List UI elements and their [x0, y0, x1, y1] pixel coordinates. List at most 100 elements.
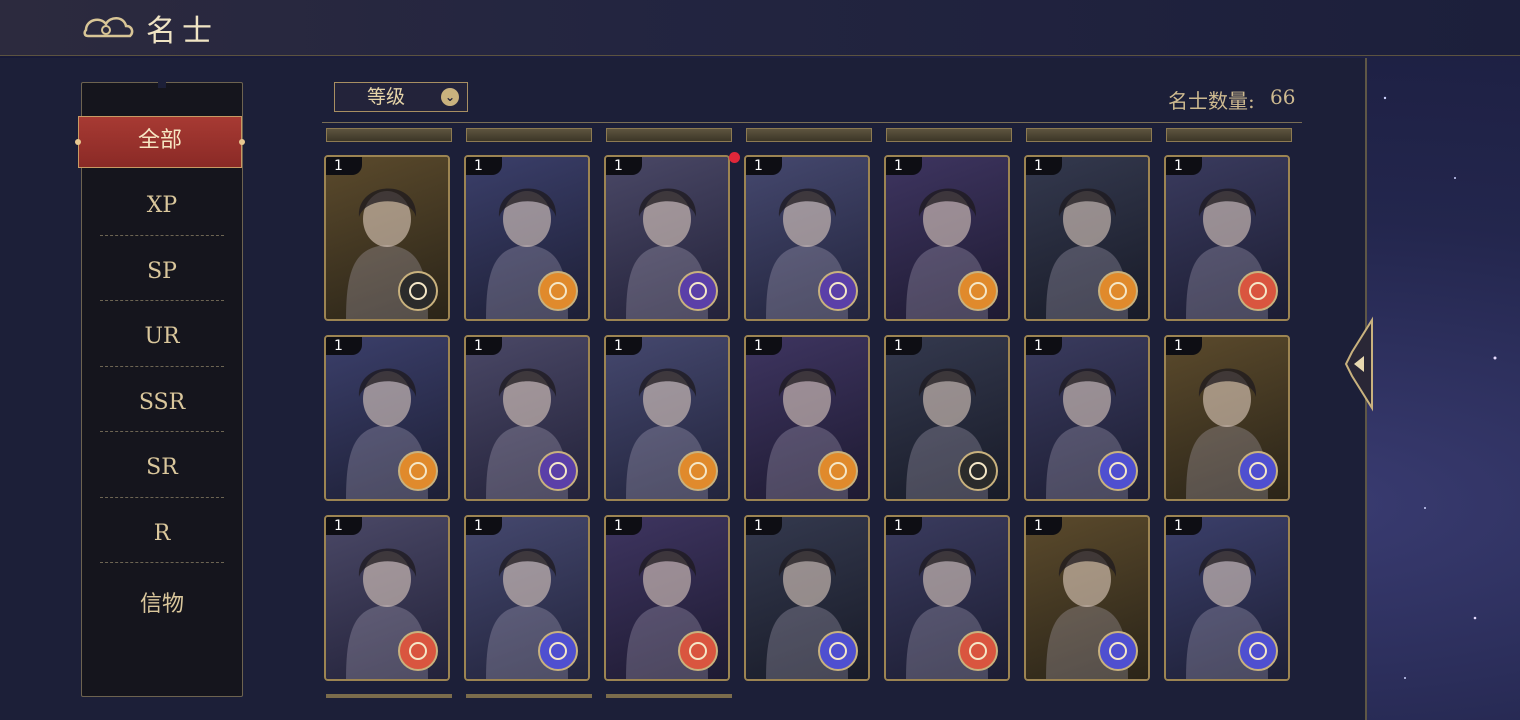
hero-card[interactable]: 1 [744, 515, 870, 681]
element-badge-icon [958, 451, 998, 491]
element-badge-icon [818, 451, 858, 491]
tab-r[interactable]: R [100, 521, 224, 546]
hero-card[interactable]: 1 [604, 335, 730, 501]
scrolled-card-edge [1026, 128, 1152, 142]
scrolled-card-edge [466, 128, 592, 142]
hero-card[interactable]: 1 [1024, 335, 1150, 501]
tab-divider [100, 235, 224, 236]
hero-card[interactable]: 1 [744, 335, 870, 501]
chevron-down-icon: ⌄ [441, 88, 459, 106]
hero-count-value: 66 [1270, 85, 1296, 109]
badge-ring [409, 642, 427, 660]
tab-sr[interactable]: SR [100, 455, 224, 480]
hero-level: 1 [326, 517, 362, 535]
hero-level: 1 [1166, 517, 1202, 535]
hero-card[interactable]: 1 [884, 515, 1010, 681]
hero-card[interactable]: 1 [1164, 335, 1290, 501]
hero-count-label: 名士数量: [1168, 89, 1255, 113]
hero-level: 1 [606, 157, 642, 175]
element-badge-icon [538, 451, 578, 491]
hero-card[interactable]: 1 [604, 155, 730, 321]
hero-card[interactable]: 1 [884, 335, 1010, 501]
hero-card[interactable]: 1 [884, 155, 1010, 321]
badge-ring [1109, 642, 1127, 660]
element-badge-icon [398, 631, 438, 671]
element-badge-icon [538, 271, 578, 311]
tab-all[interactable]: 全部 [75, 116, 245, 168]
badge-ring [549, 642, 567, 660]
tab-ornament [239, 139, 245, 145]
scrolled-card-edge [606, 128, 732, 142]
hero-level: 1 [326, 337, 362, 355]
hero-level: 1 [1166, 337, 1202, 355]
element-badge-icon [538, 631, 578, 671]
hero-card[interactable]: 1 [604, 515, 730, 681]
new-notification-dot [729, 152, 740, 163]
element-badge-icon [398, 451, 438, 491]
hero-level: 1 [606, 517, 642, 535]
hero-level: 1 [1166, 157, 1202, 175]
hero-level: 1 [466, 337, 502, 355]
tab-ur[interactable]: UR [100, 324, 224, 349]
badge-ring [1249, 282, 1267, 300]
element-badge-icon [1098, 631, 1138, 671]
tab-ornament [75, 139, 81, 145]
badge-ring [969, 642, 987, 660]
hero-card[interactable]: 1 [1164, 155, 1290, 321]
element-badge-icon [678, 271, 718, 311]
scrolled-card-edge [886, 128, 1012, 142]
header-divider [322, 122, 1302, 123]
element-badge-icon [678, 451, 718, 491]
badge-ring [689, 282, 707, 300]
tab-xp[interactable]: XP [100, 193, 224, 218]
hero-level: 1 [886, 157, 922, 175]
element-badge-icon [1238, 631, 1278, 671]
collapse-arrow-icon[interactable] [1342, 316, 1378, 412]
hero-level: 1 [746, 517, 782, 535]
hero-level: 1 [1026, 337, 1062, 355]
hero-card[interactable]: 1 [324, 155, 450, 321]
badge-ring [1109, 282, 1127, 300]
tab-all-label: 全部 [137, 128, 182, 153]
hero-card[interactable]: 1 [464, 335, 590, 501]
tab-divider [100, 431, 224, 432]
badge-ring [829, 282, 847, 300]
badge-ring [689, 462, 707, 480]
tab-sp[interactable]: SP [100, 259, 224, 284]
tab-tokens[interactable]: 信物 [100, 586, 224, 618]
tab-ssr[interactable]: SSR [100, 390, 224, 415]
scrolled-card-edge [746, 128, 872, 142]
top-bar: 名士 [0, 0, 1520, 56]
element-badge-icon [1098, 271, 1138, 311]
sort-dropdown[interactable]: 等级 ⌄ [334, 82, 468, 112]
scrolled-card-edge [606, 694, 732, 698]
badge-ring [969, 282, 987, 300]
hero-card[interactable]: 1 [1024, 515, 1150, 681]
hero-card[interactable]: 1 [1024, 155, 1150, 321]
hero-card[interactable]: 1 [744, 155, 870, 321]
badge-ring [1249, 642, 1267, 660]
hero-card[interactable]: 1 [324, 335, 450, 501]
element-badge-icon [398, 271, 438, 311]
hero-card[interactable]: 1 [324, 515, 450, 681]
hero-level: 1 [886, 517, 922, 535]
hero-card[interactable]: 1 [464, 515, 590, 681]
badge-ring [689, 642, 707, 660]
element-badge-icon [958, 271, 998, 311]
badge-ring [549, 462, 567, 480]
scrolled-card-edge [326, 694, 452, 698]
category-sidebar: XP SP UR SSR SR R 信物 [81, 82, 243, 697]
hero-card[interactable]: 1 [1164, 515, 1290, 681]
badge-ring [969, 462, 987, 480]
badge-ring [409, 282, 427, 300]
hero-level: 1 [1026, 517, 1062, 535]
tab-divider [100, 300, 224, 301]
hero-card[interactable]: 1 [464, 155, 590, 321]
element-badge-icon [958, 631, 998, 671]
hero-level: 1 [466, 517, 502, 535]
sidebar-notch [158, 82, 166, 88]
element-badge-icon [678, 631, 718, 671]
tab-divider [100, 366, 224, 367]
badge-ring [1249, 462, 1267, 480]
element-badge-icon [818, 271, 858, 311]
